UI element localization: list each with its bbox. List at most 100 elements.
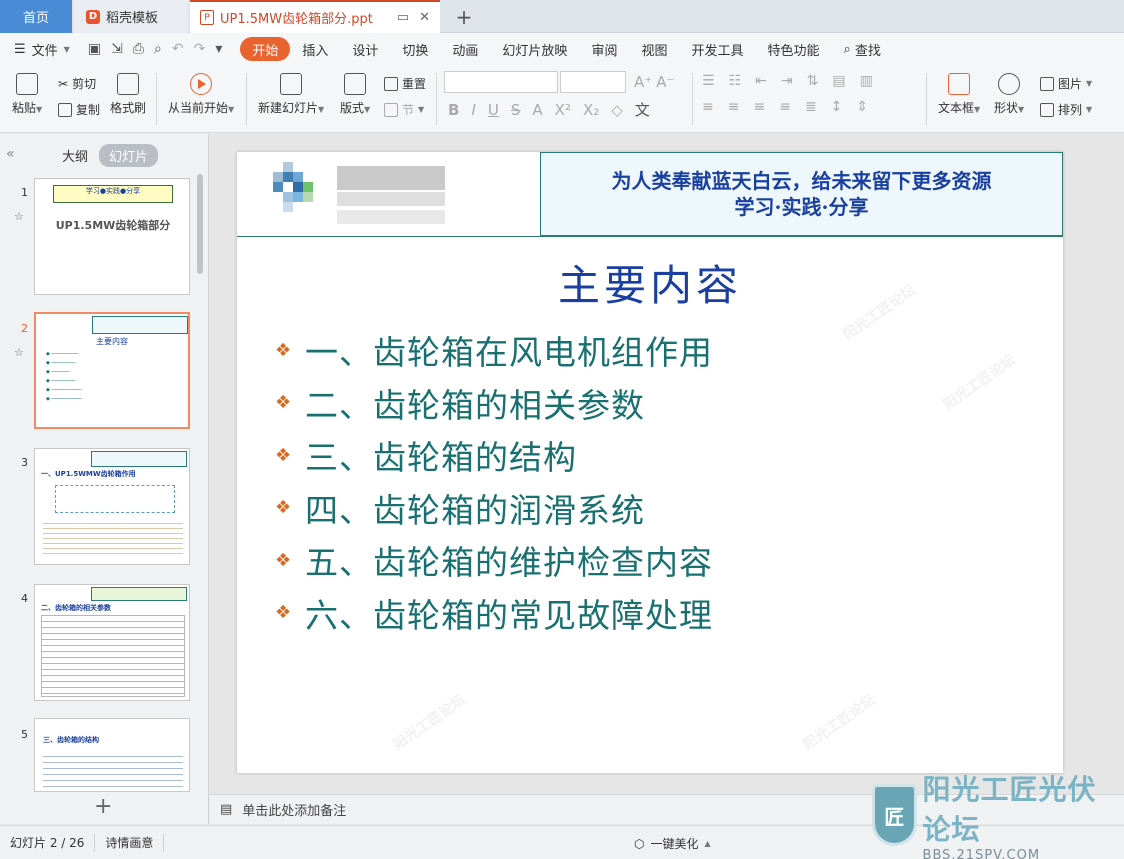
header-divider bbox=[237, 236, 1063, 237]
section-button[interactable]: 节 ▼ bbox=[384, 101, 424, 118]
tab-template[interactable]: D 稻壳模板 bbox=[74, 0, 188, 33]
chevron-down-icon: ▼ bbox=[63, 44, 70, 54]
slides-tab[interactable]: 幻灯片 bbox=[99, 144, 159, 167]
font-color-icon[interactable]: A bbox=[532, 101, 542, 119]
beautify-button[interactable]: ⬡ 一键美化 ▲ bbox=[634, 835, 711, 852]
textbox-button[interactable]: 文本框▼ bbox=[938, 73, 980, 116]
italic-icon[interactable]: I bbox=[471, 101, 475, 119]
current-slide[interactable]: 为人类奉献蓝天白云，给未来留下更多资源 学习·实践·分享 阳光工匠论坛 阳光工匠… bbox=[237, 152, 1063, 773]
bold-icon[interactable]: B bbox=[448, 101, 459, 119]
list-item: ❖ 四、齿轮箱的润滑系统 bbox=[275, 482, 713, 535]
copy-button[interactable]: 复制 bbox=[58, 101, 100, 118]
shape-button[interactable]: 形状▼ bbox=[994, 73, 1024, 116]
cut-button[interactable]: ✂ 剪切 bbox=[58, 75, 96, 92]
arrange-button[interactable]: 排列 ▼ bbox=[1040, 101, 1092, 118]
list-item-text: 五、齿轮箱的维护检查内容 bbox=[305, 543, 713, 583]
export-icon[interactable]: ⇲ bbox=[111, 41, 123, 57]
panel-scrollbar[interactable] bbox=[197, 174, 203, 274]
clear-format-icon[interactable]: ◇ bbox=[611, 101, 623, 119]
align-left-icon[interactable]: ≡ bbox=[702, 99, 714, 115]
font-size-buttons[interactable]: A⁺ A⁻ bbox=[634, 73, 674, 91]
subscript-icon[interactable]: X₂ bbox=[583, 101, 599, 119]
preview-icon[interactable]: ⌕ bbox=[154, 41, 162, 57]
ribbon-separator bbox=[246, 73, 247, 125]
thumbnail-title: 一、UP1.5WMW齿轮箱作用 bbox=[41, 470, 136, 478]
grow-font-icon[interactable]: A⁺ bbox=[634, 73, 652, 91]
add-tab-icon[interactable]: + bbox=[452, 0, 476, 33]
slide-thumbnail-2[interactable]: 主要内容 ◆ ───────── ◆ ──────── ◆ ────── ◆ ────… bbox=[34, 312, 190, 429]
numbered-list-icon[interactable]: ☷ bbox=[729, 73, 742, 89]
outline-tab[interactable]: 大纲 bbox=[62, 146, 88, 165]
slide-thumbnail-1[interactable]: 学习●实践●分享 UP1.5MW齿轮箱部分 bbox=[34, 178, 190, 295]
play-from-current-button[interactable]: 从当前开始▼ bbox=[168, 73, 234, 116]
tab-document[interactable]: P UP1.5MW齿轮箱部分.ppt ▭ ✕ bbox=[190, 0, 440, 33]
tab-home-label: 首页 bbox=[22, 11, 49, 26]
align-right-icon[interactable]: ≡ bbox=[753, 99, 765, 115]
tab-insert[interactable]: 插入 bbox=[290, 37, 340, 61]
brush-icon bbox=[117, 73, 139, 95]
close-icon[interactable]: ✕ bbox=[419, 10, 430, 25]
ribbon: 粘贴▼ ✂ 剪切 复制 格式刷 从当前开始▼ 新建幻灯片▼ 版式▼ 重置 节 ▼ A… bbox=[0, 65, 1124, 133]
star-icon: ☆ bbox=[14, 346, 24, 359]
paragraph-spacing-icon[interactable]: ⇕ bbox=[856, 99, 868, 115]
tab-slideshow[interactable]: 幻灯片放映 bbox=[490, 37, 579, 61]
text-direction-icon[interactable]: ⇅ bbox=[807, 73, 819, 89]
new-slide-button[interactable]: 新建幻灯片▼ bbox=[258, 73, 324, 116]
reset-button[interactable]: 重置 bbox=[384, 75, 426, 92]
format-painter-button[interactable]: 格式刷 bbox=[110, 73, 146, 116]
save-icon[interactable]: ▣ bbox=[88, 41, 101, 57]
increase-indent-icon[interactable]: ⇥ bbox=[781, 73, 793, 89]
tab-review[interactable]: 审阅 bbox=[579, 37, 629, 61]
decrease-indent-icon[interactable]: ⇤ bbox=[755, 73, 767, 89]
columns-icon[interactable]: ▥ bbox=[860, 73, 873, 89]
print-icon[interactable]: ⎙ bbox=[133, 41, 144, 57]
tab-view[interactable]: 视图 bbox=[629, 37, 679, 61]
slide-thumbnail-4[interactable]: 二、齿轮箱的相关参数 bbox=[34, 584, 190, 701]
thumbnail-number: 3 bbox=[21, 456, 28, 469]
slogan-box: 为人类奉献蓝天白云，给未来留下更多资源 学习·实践·分享 bbox=[540, 152, 1063, 236]
slide-thumbnail-5[interactable]: 三、齿轮箱的结构 bbox=[34, 718, 190, 792]
tab-start[interactable]: 开始 bbox=[240, 37, 291, 61]
redo-icon[interactable]: ↷ bbox=[194, 41, 206, 57]
ribbon-separator bbox=[926, 73, 927, 125]
phonetic-icon[interactable]: 文 bbox=[635, 99, 650, 120]
layout-button[interactable]: 版式▼ bbox=[340, 73, 370, 116]
font-name-select[interactable] bbox=[444, 71, 558, 93]
tab-design[interactable]: 设计 bbox=[340, 37, 390, 61]
search-button[interactable]: ⌕ 查找 bbox=[832, 37, 893, 61]
list-item: ❖ 三、齿轮箱的结构 bbox=[275, 429, 713, 482]
slide-title[interactable]: 主要内容 bbox=[237, 252, 1063, 313]
customize-icon[interactable]: ▾ bbox=[215, 41, 222, 57]
add-slide-icon[interactable]: + bbox=[94, 794, 112, 819]
file-menu[interactable]: ☰ 文件 ▼ bbox=[14, 40, 70, 59]
font-size-select[interactable] bbox=[560, 71, 626, 93]
thumbnail-number: 2 bbox=[21, 322, 28, 335]
bullet-list-icon[interactable]: ☰ bbox=[702, 73, 715, 89]
star-icon: ☆ bbox=[14, 210, 24, 223]
thumbnail-number: 1 bbox=[21, 186, 28, 199]
line-spacing-icon[interactable]: ↕ bbox=[831, 99, 843, 115]
picture-button[interactable]: 图片 ▼ bbox=[1040, 75, 1092, 92]
tab-animation[interactable]: 动画 bbox=[440, 37, 490, 61]
collapse-panel-icon[interactable]: « bbox=[6, 146, 15, 162]
align-center-icon[interactable]: ≡ bbox=[728, 99, 740, 115]
diamond-bullet-icon: ❖ bbox=[275, 497, 292, 519]
slide-thumbnail-3[interactable]: 一、UP1.5WMW齿轮箱作用 bbox=[34, 448, 190, 565]
window-icon[interactable]: ▭ bbox=[397, 10, 409, 25]
align-text-icon[interactable]: ▤ bbox=[832, 73, 845, 89]
thumbnail-title: 主要内容 bbox=[96, 337, 128, 346]
tab-developer[interactable]: 开发工具 bbox=[679, 37, 755, 61]
strikethrough-icon[interactable]: S bbox=[511, 101, 521, 119]
content-list[interactable]: ❖ 一、齿轮箱在风电机组作用 ❖ 二、齿轮箱的相关参数 ❖ 三、齿轮箱的结构 ❖… bbox=[275, 324, 713, 639]
underline-icon[interactable]: U bbox=[488, 101, 499, 119]
paste-button[interactable]: 粘贴▼ bbox=[12, 73, 42, 116]
tab-features[interactable]: 特色功能 bbox=[755, 37, 831, 61]
undo-icon[interactable]: ↶ bbox=[172, 41, 184, 57]
tab-transition[interactable]: 切换 bbox=[390, 37, 440, 61]
tab-home[interactable]: 首页 bbox=[0, 0, 72, 33]
justify-icon[interactable]: ≡ bbox=[779, 99, 791, 115]
distribute-icon[interactable]: ≣ bbox=[805, 99, 817, 115]
theme-name[interactable]: 诗情画意 bbox=[95, 833, 165, 852]
superscript-icon[interactable]: X² bbox=[555, 101, 571, 119]
shrink-font-icon[interactable]: A⁻ bbox=[656, 73, 674, 91]
